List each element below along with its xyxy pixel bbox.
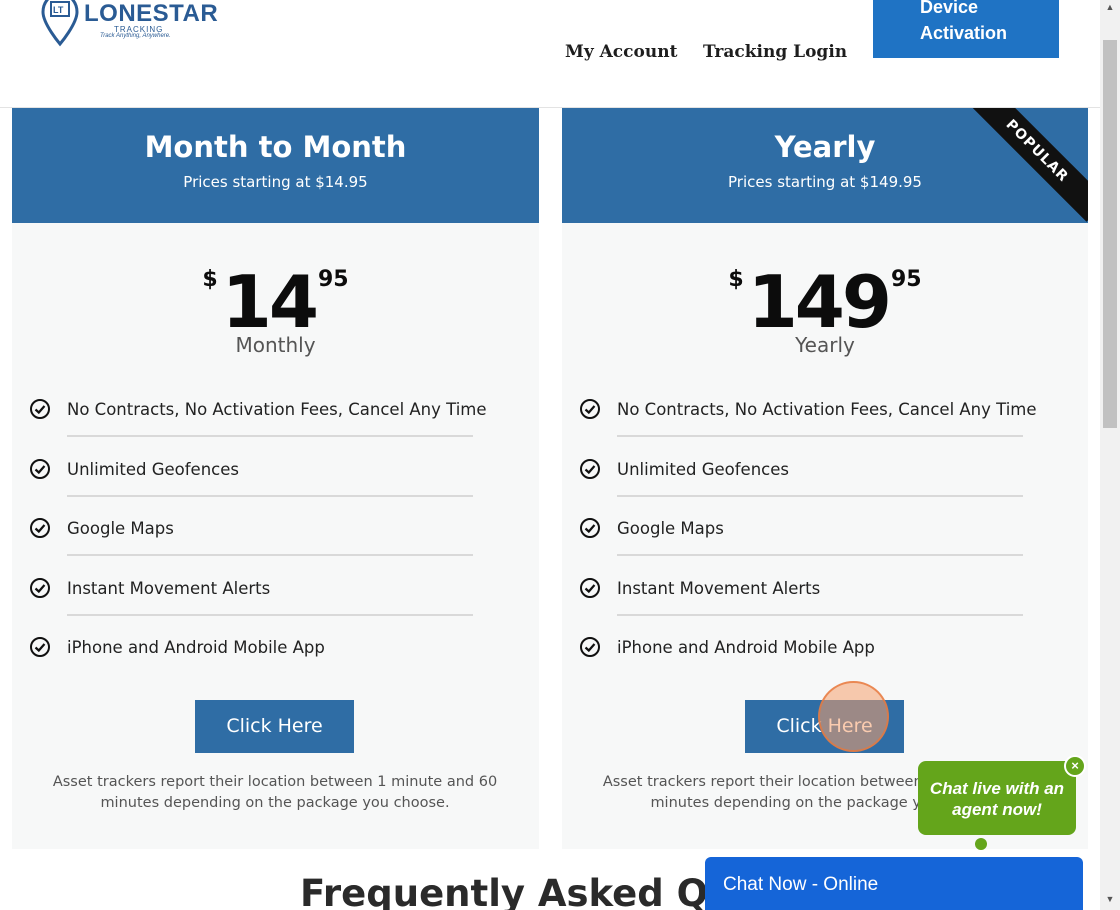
scroll-down-arrow-icon[interactable]: ▼ — [1100, 894, 1120, 908]
feature-divider — [67, 435, 473, 437]
price-amount: 149 — [747, 260, 892, 344]
check-circle-icon — [580, 518, 600, 538]
check-circle-icon — [580, 637, 600, 657]
check-circle-icon — [580, 399, 600, 419]
feature-divider — [67, 494, 473, 497]
close-icon[interactable]: × — [1064, 755, 1086, 777]
price-period: Yearly — [795, 333, 855, 357]
feature-divider — [67, 613, 473, 616]
click-indicator — [818, 681, 889, 752]
activation-label-line1: Device — [920, 0, 979, 17]
price-cents: 95 — [890, 267, 922, 292]
check-circle-icon — [580, 458, 600, 479]
feature-text: Instant Movement Alerts — [67, 578, 271, 598]
feature-list: No Contracts, No Activation Fees, Cancel… — [562, 398, 1088, 696]
feature-text: Instant Movement Alerts — [617, 578, 821, 598]
svg-text:LT: LT — [53, 5, 64, 15]
chat-invite-bubble[interactable]: Chat live with an agent now! — [918, 761, 1076, 835]
location-pin-icon: LT — [41, 0, 79, 47]
plan-header: Month to Month Prices starting at $14.95 — [12, 108, 539, 223]
feature-text: No Contracts, No Activation Fees, Cancel… — [617, 400, 1037, 419]
activation-label-line2: Activation — [920, 23, 1008, 43]
site-header: LT LONESTAR TRACKING Track Anything, Any… — [0, 0, 1100, 108]
chat-invite-line1: Chat live with an — [929, 779, 1065, 798]
scroll-up-arrow-icon[interactable]: ▲ — [1100, 2, 1120, 16]
feature-text: iPhone and Android Mobile App — [67, 638, 325, 657]
page-scrollbar[interactable]: ▲ ▼ — [1100, 0, 1120, 910]
price-amount: 14 — [221, 260, 319, 344]
feature-item: iPhone and Android Mobile App — [562, 636, 1088, 696]
plan-subtitle: Prices starting at $149.95 — [728, 173, 922, 191]
logo[interactable]: LT LONESTAR TRACKING Track Anything, Any… — [36, 0, 218, 52]
feature-text: Unlimited Geofences — [617, 459, 789, 479]
check-circle-icon — [30, 518, 50, 538]
check-circle-icon — [30, 577, 50, 598]
check-circle-icon — [580, 577, 600, 598]
plan-title: Month to Month — [144, 130, 407, 164]
feature-item: Instant Movement Alerts — [12, 577, 539, 637]
plan-note: Asset trackers report their location bet… — [52, 774, 498, 811]
feature-item: Instant Movement Alerts — [562, 577, 1088, 637]
plan-header: Yearly Prices starting at $149.95 POPULA… — [562, 108, 1088, 223]
feature-divider — [617, 613, 1023, 616]
check-circle-icon — [30, 458, 50, 479]
logo-tagline: Track Anything, Anywhere. — [100, 33, 171, 39]
feature-item: Google Maps — [12, 517, 539, 577]
scroll-thumb[interactable] — [1103, 40, 1117, 428]
price-period: Monthly — [235, 333, 316, 357]
check-circle-icon — [30, 637, 50, 657]
nav-tracking-login[interactable]: Tracking Login — [703, 42, 847, 62]
price-currency: $ — [728, 267, 744, 292]
feature-item: No Contracts, No Activation Fees, Cancel… — [562, 398, 1088, 458]
feature-divider — [67, 554, 473, 556]
feature-item: No Contracts, No Activation Fees, Cancel… — [12, 398, 539, 458]
chat-bubble-tail — [975, 838, 987, 850]
feature-list: No Contracts, No Activation Fees, Cancel… — [12, 398, 539, 696]
feature-text: Google Maps — [617, 519, 724, 538]
price-currency: $ — [202, 267, 218, 292]
feature-divider — [617, 554, 1023, 556]
feature-text: iPhone and Android Mobile App — [617, 638, 875, 657]
logo-text: LONESTAR — [84, 0, 219, 27]
click-here-button[interactable]: Click Here — [195, 700, 354, 753]
device-activation-button[interactable]: Device Activation — [873, 0, 1059, 58]
feature-text: Google Maps — [67, 519, 174, 538]
feature-item: Unlimited Geofences — [12, 458, 539, 518]
feature-item: Unlimited Geofences — [562, 458, 1088, 518]
plan-price: $ 14 95 Monthly — [12, 223, 539, 357]
chat-invite-line2: agent now! — [952, 800, 1042, 819]
feature-divider — [617, 494, 1023, 497]
feature-item: iPhone and Android Mobile App — [12, 636, 539, 696]
feature-text: No Contracts, No Activation Fees, Cancel… — [67, 400, 487, 419]
feature-text: Unlimited Geofences — [67, 459, 239, 479]
chat-now-bar[interactable]: Chat Now - Online — [705, 857, 1083, 910]
check-circle-icon — [30, 399, 50, 419]
nav-my-account[interactable]: My Account — [565, 42, 677, 62]
price-cents: 95 — [317, 267, 349, 292]
plan-price: $ 149 95 Yearly — [562, 223, 1088, 357]
feature-item: Google Maps — [562, 517, 1088, 577]
feature-divider — [617, 435, 1023, 437]
plan-card-month: Month to Month Prices starting at $14.95… — [12, 108, 539, 849]
plan-subtitle: Prices starting at $14.95 — [183, 173, 368, 191]
